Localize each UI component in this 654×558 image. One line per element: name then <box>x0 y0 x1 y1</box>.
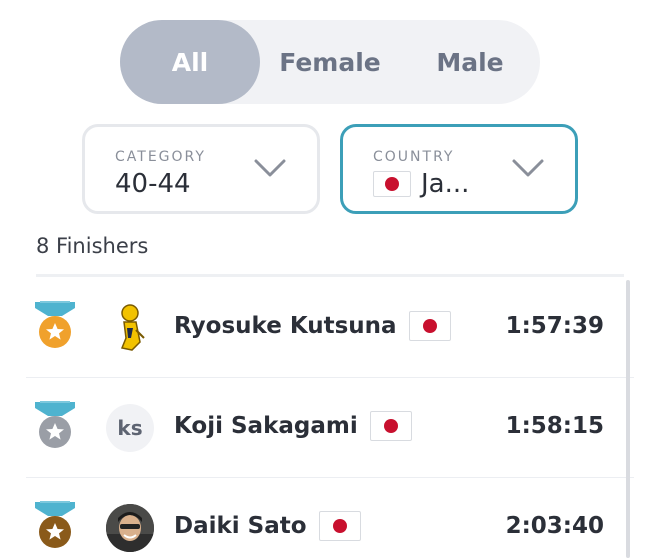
japan-flag-icon <box>369 411 412 441</box>
list-item[interactable]: Ryosuke Kutsuna 1:57:39 <box>26 278 634 378</box>
country-dropdown[interactable]: COUNTRY Ja... <box>340 124 578 214</box>
category-value: 40-44 <box>115 169 191 199</box>
finish-time: 1:57:39 <box>505 313 604 339</box>
finishers-count: 8 Finishers <box>36 234 149 258</box>
chevron-down-icon <box>254 159 286 177</box>
scrollbar[interactable] <box>626 280 630 558</box>
profile-photo-icon <box>106 504 154 552</box>
finish-time: 2:03:40 <box>505 513 604 539</box>
results-list: Ryosuke Kutsuna 1:57:39 ks Koji Sakagami… <box>26 278 634 558</box>
list-item[interactable]: Daiki Sato 2:03:40 <box>26 478 634 558</box>
gender-tab-all[interactable]: All <box>120 20 260 104</box>
gender-tab-female[interactable]: Female <box>260 20 400 104</box>
divider <box>36 274 624 277</box>
runner-name-text: Koji Sakagami <box>174 413 358 439</box>
runner-figure-icon <box>106 304 154 352</box>
runner-name: Daiki Sato <box>174 511 361 541</box>
category-label: CATEGORY <box>115 149 206 165</box>
runner-name-text: Daiki Sato <box>174 513 307 539</box>
gender-filter: All Female Male <box>120 20 540 104</box>
japan-flag-icon <box>318 511 361 541</box>
bronze-medal-icon <box>35 501 75 548</box>
runner-name: Ryosuke Kutsuna <box>174 311 451 341</box>
japan-flag-icon <box>373 171 411 197</box>
country-label: COUNTRY <box>373 149 455 165</box>
gender-tab-male[interactable]: Male <box>400 20 540 104</box>
chevron-down-icon <box>512 159 544 177</box>
avatar: ks <box>106 404 154 452</box>
category-dropdown[interactable]: CATEGORY 40-44 <box>82 124 320 214</box>
country-value: Ja... <box>373 169 469 199</box>
country-value-text: Ja... <box>421 169 470 199</box>
gold-medal-icon <box>35 301 75 348</box>
runner-name-text: Ryosuke Kutsuna <box>174 313 397 339</box>
list-item[interactable]: ks Koji Sakagami 1:58:15 <box>26 378 634 478</box>
japan-flag-icon <box>408 311 451 341</box>
finish-time: 1:58:15 <box>505 413 604 439</box>
runner-name: Koji Sakagami <box>174 411 412 441</box>
silver-medal-icon <box>35 401 75 448</box>
